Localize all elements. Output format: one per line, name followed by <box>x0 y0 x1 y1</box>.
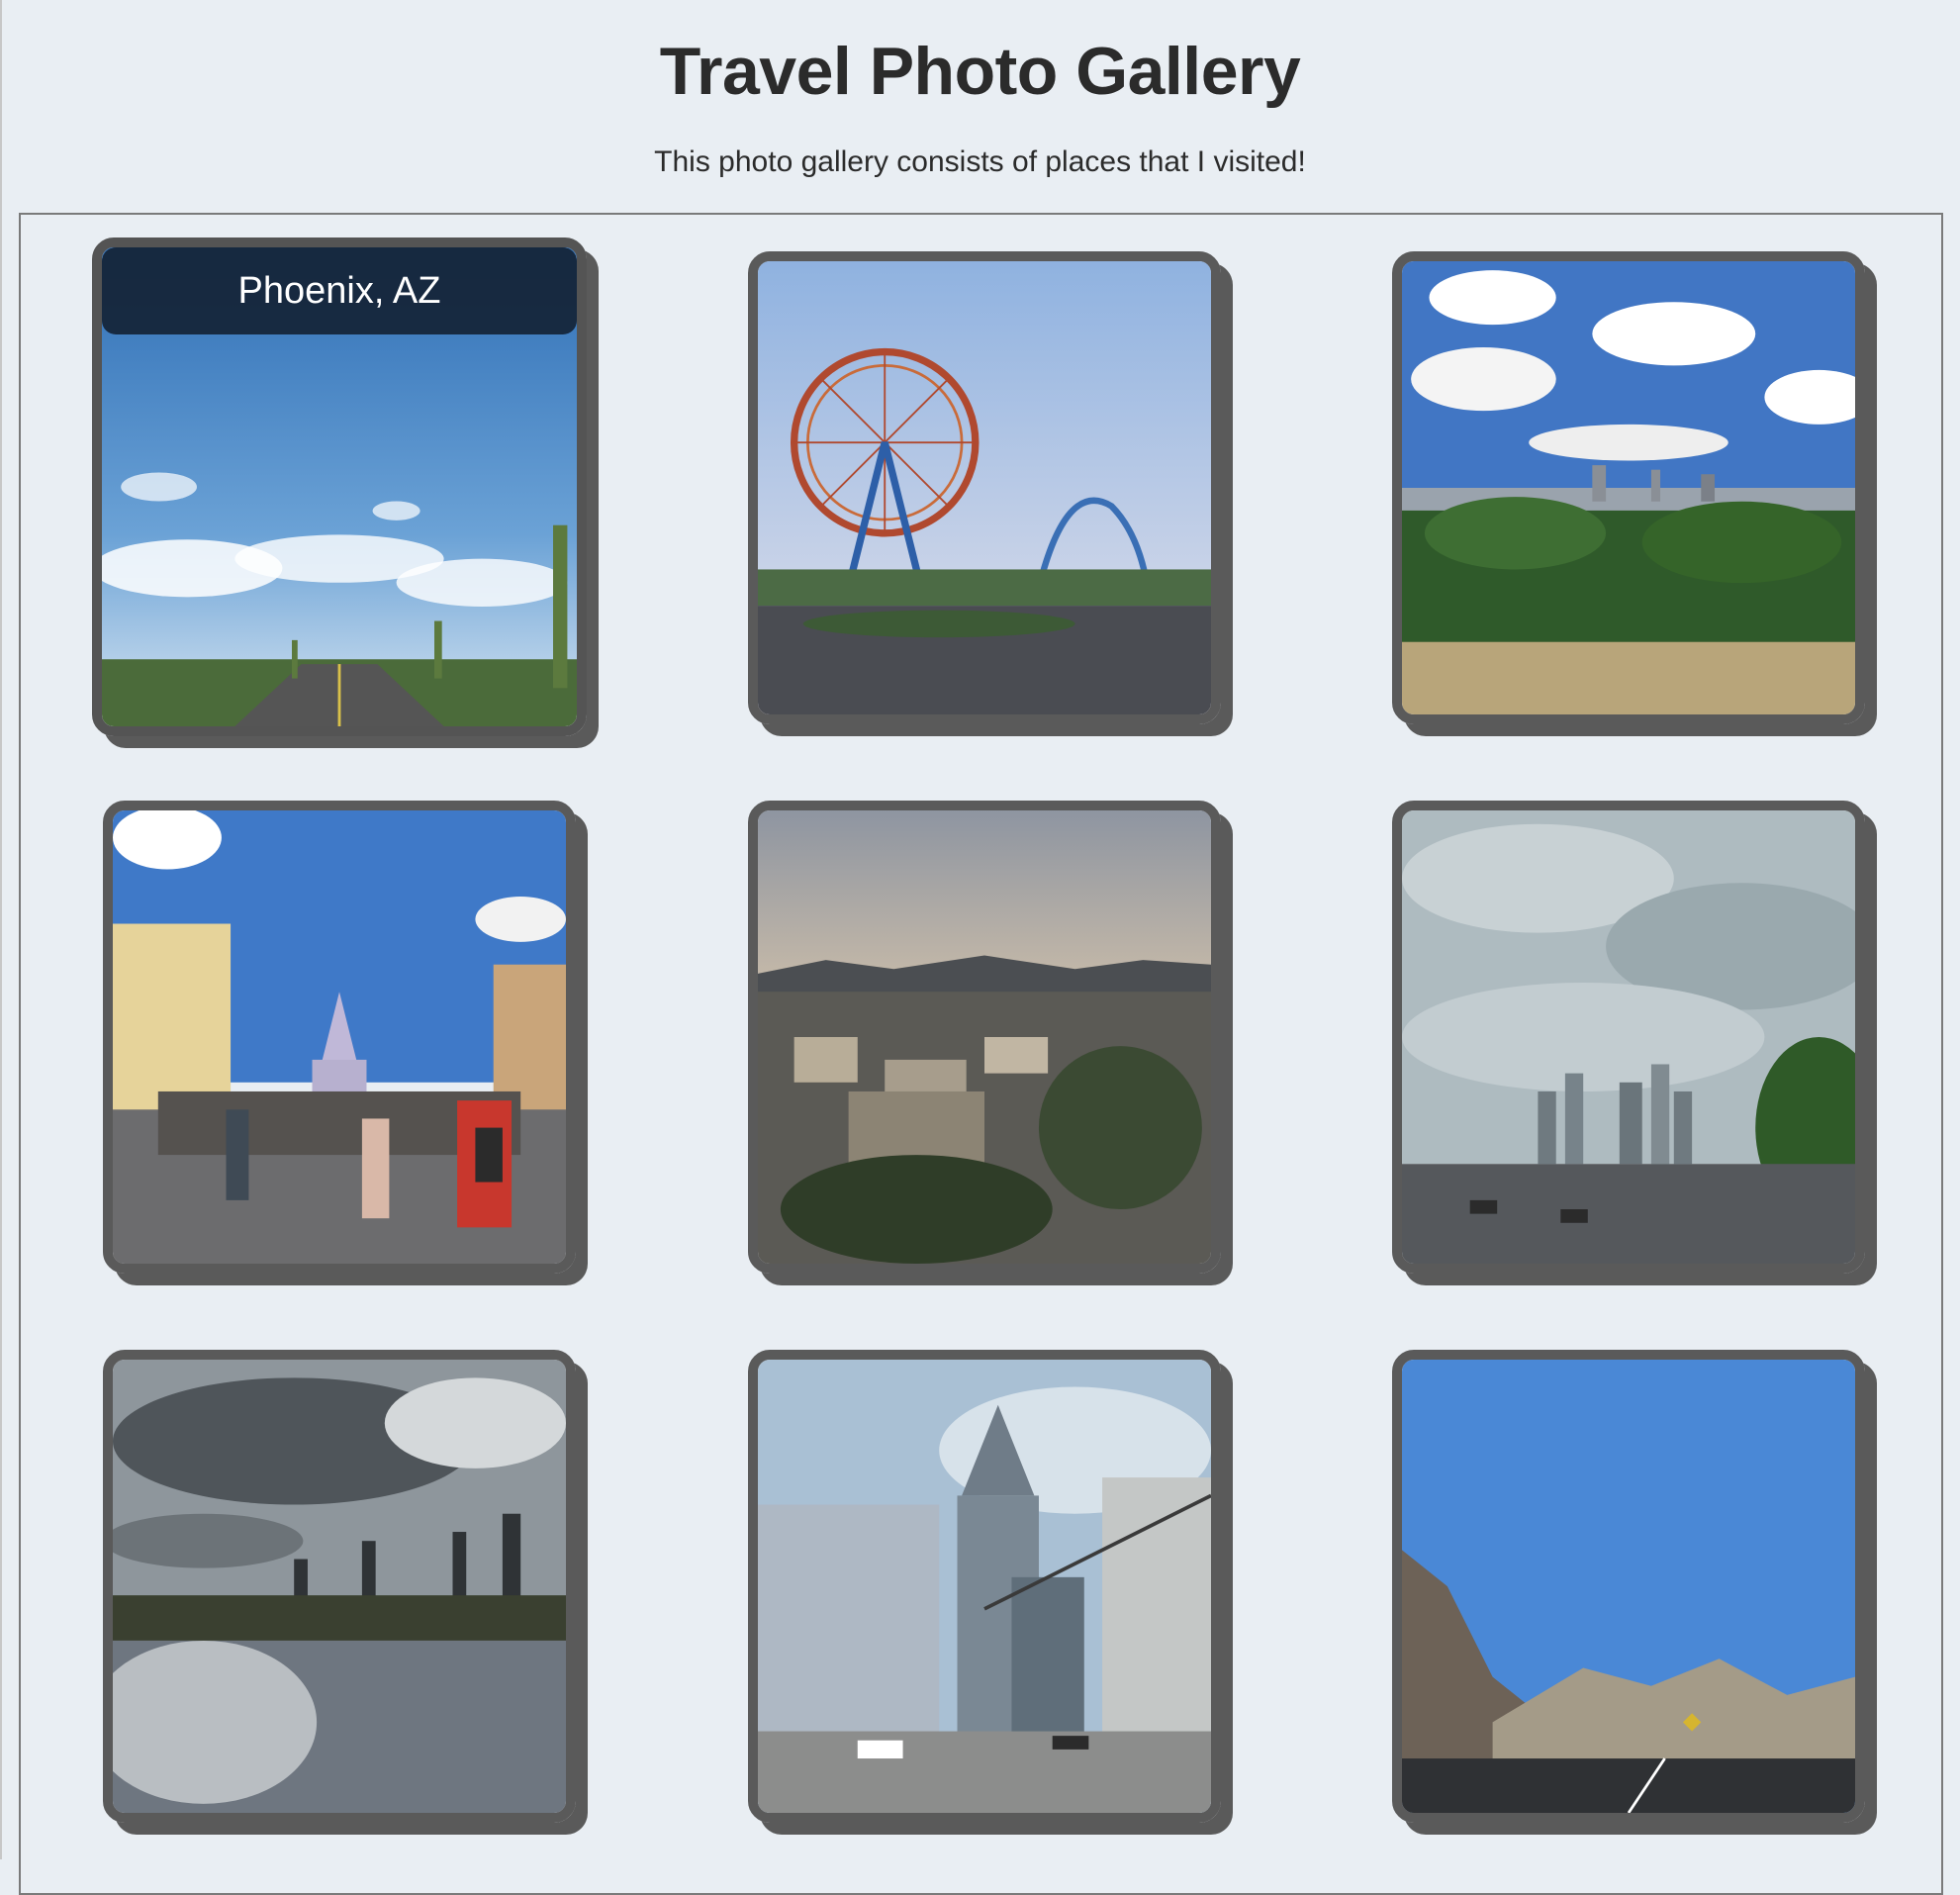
photo-cloudy-highway-skyline <box>1402 810 1855 1264</box>
gallery-photo-2[interactable] <box>748 251 1221 724</box>
page-title: Travel Photo Gallery <box>659 34 1301 109</box>
gallery-photo-7[interactable] <box>103 1350 576 1823</box>
photo-mountain-highway <box>1402 1360 1855 1813</box>
photo-caption: Phoenix, AZ <box>102 247 577 334</box>
photo-gallery: Phoenix, AZ <box>19 213 1943 1895</box>
gallery-photo-4[interactable] <box>103 801 576 1274</box>
gallery-photo-1[interactable]: Phoenix, AZ <box>92 237 587 736</box>
window-left-edge <box>0 0 2 1859</box>
gallery-photo-8[interactable] <box>748 1350 1221 1823</box>
gallery-photo-3[interactable] <box>1392 251 1865 724</box>
page-subtitle: This photo gallery consists of places th… <box>654 145 1306 178</box>
photo-downtown-skyscrapers <box>758 1360 1211 1813</box>
gallery-photo-6[interactable] <box>1392 801 1865 1274</box>
photo-theme-park-castle-main-street <box>113 810 566 1264</box>
photo-waterfall-city-skyline <box>113 1360 566 1813</box>
photo-hillside-city-dusk <box>758 810 1211 1264</box>
photo-amusement-park-ferris-wheel <box>758 261 1211 714</box>
photo-city-skyline-overlook <box>1402 261 1855 714</box>
gallery-photo-9[interactable] <box>1392 1350 1865 1823</box>
gallery-photo-5[interactable] <box>748 801 1221 1274</box>
